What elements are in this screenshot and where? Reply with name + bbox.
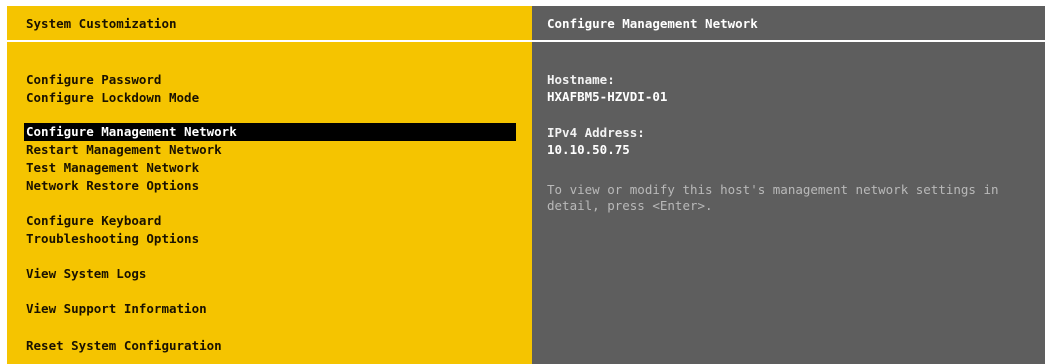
dcui-screen: System Customization Configure Password … <box>0 0 1045 364</box>
configure-management-network-pane: Configure Management Network Hostname: H… <box>532 6 1045 364</box>
menu-item-troubleshooting-options[interactable]: Troubleshooting Options <box>26 230 199 248</box>
menu-item-view-support-information[interactable]: View Support Information <box>26 300 207 318</box>
ipv4-address-value: 10.10.50.75 <box>547 142 630 157</box>
menu-item-restart-management-network[interactable]: Restart Management Network <box>26 141 222 159</box>
menu-item-view-system-logs[interactable]: View System Logs <box>26 265 146 283</box>
help-text-line-1: To view or modify this host's management… <box>547 182 999 197</box>
menu-item-configure-password[interactable]: Configure Password <box>26 71 161 89</box>
menu-item-configure-lockdown-mode[interactable]: Configure Lockdown Mode <box>26 89 199 107</box>
pane-title: System Customization <box>7 6 532 42</box>
hostname-value: HXAFBM5-HZVDI-01 <box>547 89 668 104</box>
menu-item-reset-system-configuration[interactable]: Reset System Configuration <box>26 337 222 355</box>
menu-item-configure-keyboard[interactable]: Configure Keyboard <box>26 212 161 230</box>
system-customization-pane: System Customization Configure Password … <box>7 6 532 364</box>
hostname-label: Hostname: <box>547 72 615 87</box>
menu-item-test-management-network[interactable]: Test Management Network <box>26 159 199 177</box>
ipv4-address-label: IPv4 Address: <box>547 125 645 140</box>
menu-item-network-restore-options[interactable]: Network Restore Options <box>26 177 199 195</box>
menu-item-configure-management-network[interactable]: Configure Management Network <box>24 123 516 141</box>
help-text-line-2: detail, press <Enter>. <box>547 198 713 213</box>
pane-title: Configure Management Network <box>532 6 1045 42</box>
